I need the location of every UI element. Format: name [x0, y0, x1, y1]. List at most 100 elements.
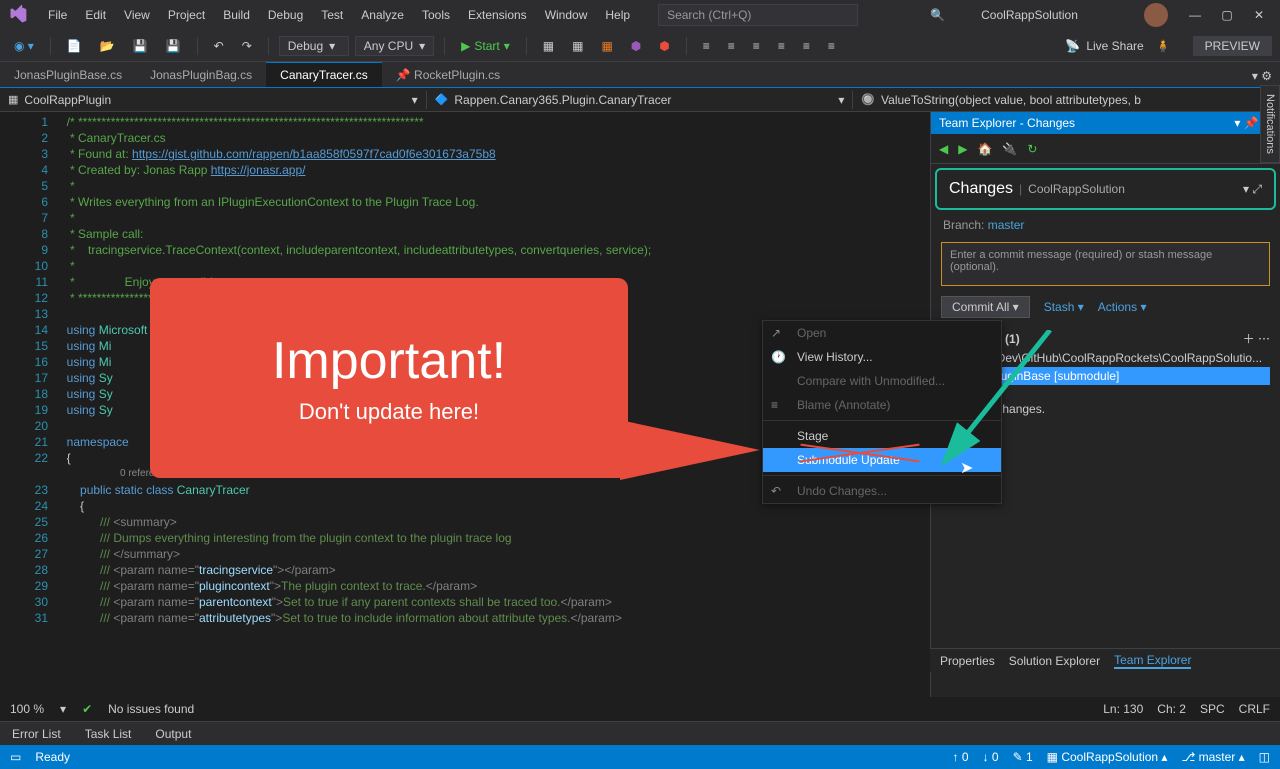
open-icon[interactable]: 📂	[94, 37, 121, 55]
commit-actions: Commit All ▾ Stash ▾ Actions ▾	[931, 292, 1280, 322]
issues-icon: ✔	[82, 702, 92, 716]
config-combo[interactable]: Debug▾	[279, 36, 349, 56]
menu-window[interactable]: Window	[537, 4, 596, 26]
nav-class[interactable]: 🔷 Rappen.Canary365.Plugin.CanaryTracer▾	[427, 91, 854, 109]
tab-task-list[interactable]: Task List	[73, 723, 144, 745]
tab-rocketplugin[interactable]: 📌 RocketPlugin.cs	[382, 62, 514, 87]
fwd-icon[interactable]: ▶	[958, 142, 967, 156]
branch-link[interactable]: master	[988, 218, 1025, 232]
bottom-tabs: Error List Task List Output	[0, 721, 1280, 745]
search-input[interactable]: Search (Ctrl+Q)	[658, 4, 858, 26]
liveshare-button[interactable]: 📡 Live Share	[1065, 39, 1143, 53]
tb-icon-11[interactable]: ≡	[822, 37, 841, 55]
spc-label: SPC	[1200, 702, 1225, 716]
tab-team-explorer[interactable]: Team Explorer	[1114, 653, 1191, 669]
menu-edit[interactable]: Edit	[77, 4, 114, 26]
nav-project[interactable]: ▦ CoolRappPlugin▾	[0, 91, 427, 109]
vs-logo-icon	[4, 1, 32, 29]
ch-label: Ch: 2	[1157, 702, 1186, 716]
green-arrow-icon	[940, 330, 1060, 470]
actions-button[interactable]: Actions ▾	[1098, 300, 1147, 314]
home-icon[interactable]: 🏠	[977, 142, 992, 156]
statusbar: ▭ Ready ↑ 0 ↓ 0 ✎ 1 ▦ CoolRappSolution ▴…	[0, 745, 1280, 769]
menu-analyze[interactable]: Analyze	[353, 4, 412, 26]
changes-heading: Changes|CoolRappSolution ▾ ⤢	[935, 168, 1276, 210]
tab-solution-explorer[interactable]: Solution Explorer	[1009, 654, 1100, 668]
notifications-tab[interactable]: Notifications	[1260, 85, 1280, 163]
platform-combo[interactable]: Any CPU▾	[355, 36, 434, 56]
tab-jonaspluginbase[interactable]: JonasPluginBase.cs	[0, 62, 136, 87]
commit-all-button[interactable]: Commit All ▾	[941, 296, 1030, 318]
stash-button[interactable]: Stash ▾	[1044, 300, 1084, 314]
menu-test[interactable]: Test	[313, 4, 351, 26]
preview-button[interactable]: PREVIEW	[1193, 36, 1272, 56]
tb-icon-2[interactable]: ▦	[566, 37, 589, 55]
side-panel-tabs: Properties Solution Explorer Team Explor…	[930, 648, 1280, 672]
close-icon[interactable]: ✕	[1252, 8, 1266, 22]
line-gutter: 1234567891011121314151617181920212223242…	[0, 112, 60, 697]
menu-debug[interactable]: Debug	[260, 4, 311, 26]
tb-icon-1[interactable]: ▦	[537, 37, 560, 55]
save-icon[interactable]: 💾	[127, 37, 154, 55]
minimize-icon[interactable]: —	[1188, 8, 1202, 22]
tb-icon-5[interactable]: ⬢	[653, 37, 675, 55]
menu-project[interactable]: Project	[160, 4, 213, 26]
menubar: File Edit View Project Build Debug Test …	[40, 4, 638, 26]
toolbar: ◉ ▾ 📄 📂 💾 💾 ↶ ↷ Debug▾ Any CPU▾ ▶ Start …	[0, 30, 1280, 62]
tb-icon-4[interactable]: ⬢	[625, 37, 647, 55]
feedback-icon[interactable]: 🧍	[1150, 37, 1177, 55]
avatar[interactable]	[1144, 3, 1168, 27]
window-controls: — ▢ ✕	[1188, 8, 1266, 22]
tb-icon-7[interactable]: ≡	[722, 37, 741, 55]
commit-message-input[interactable]: Enter a commit message (required) or sta…	[941, 242, 1270, 286]
callout-overlay: Important! Don't update here!	[150, 278, 628, 478]
menu-help[interactable]: Help	[597, 4, 638, 26]
push-icon[interactable]: ↑ 0	[953, 750, 969, 764]
solution-name: CoolRappSolution	[981, 8, 1078, 22]
tab-properties[interactable]: Properties	[940, 654, 995, 668]
panel-title: Team Explorer - Changes ▾ 📌 ✕	[931, 112, 1280, 134]
maximize-icon[interactable]: ▢	[1220, 8, 1234, 22]
redo-icon[interactable]: ↷	[236, 37, 258, 55]
tb-icon-3[interactable]: ▦	[595, 37, 618, 55]
callout-arrow-icon	[620, 420, 760, 480]
titlebar: File Edit View Project Build Debug Test …	[0, 0, 1280, 30]
tb-icon-10[interactable]: ≡	[797, 37, 816, 55]
refresh-icon[interactable]: ↻	[1027, 142, 1037, 156]
menu-file[interactable]: File	[40, 4, 75, 26]
new-file-icon[interactable]: 📄	[61, 37, 88, 55]
branch-row: Branch: master	[931, 214, 1280, 236]
menu-extensions[interactable]: Extensions	[460, 4, 535, 26]
repo-name[interactable]: ▦ CoolRappSolution ▴	[1047, 750, 1168, 764]
pen-icon[interactable]: ✎ 1	[1013, 750, 1033, 764]
back-icon[interactable]: ◀	[939, 142, 948, 156]
branch-name[interactable]: ⎇ master ▴	[1181, 750, 1244, 764]
save-all-icon[interactable]: 💾	[160, 37, 187, 55]
ctx-undo-changes-: ↶Undo Changes...	[763, 479, 1001, 503]
search-icon[interactable]: 🔍	[924, 8, 951, 22]
connect-icon[interactable]: 🔌	[1002, 142, 1017, 156]
tb-icon-6[interactable]: ≡	[697, 37, 716, 55]
callout-title: Important!	[272, 331, 506, 391]
tb-icon-9[interactable]: ≡	[772, 37, 791, 55]
status-end-icon[interactable]: ◫	[1259, 750, 1270, 764]
nav-member[interactable]: 🔘 ValueToString(object value, bool attri…	[853, 91, 1280, 109]
tb-icon-8[interactable]: ≡	[747, 37, 766, 55]
chevron-down-icon[interactable]: ▾ ⤢	[1243, 182, 1262, 197]
tab-output[interactable]: Output	[143, 723, 203, 745]
pin-icon: 📌	[396, 68, 411, 82]
menu-view[interactable]: View	[116, 4, 158, 26]
status-icon: ▭	[10, 750, 21, 764]
nav-back-icon[interactable]: ◉ ▾	[8, 37, 40, 55]
zoom-level[interactable]: 100 %	[10, 702, 44, 716]
crlf-label: CRLF	[1239, 702, 1270, 716]
tab-error-list[interactable]: Error List	[0, 723, 73, 745]
tab-canarytracer[interactable]: CanaryTracer.cs	[266, 62, 382, 87]
undo-icon[interactable]: ↶	[208, 37, 230, 55]
tab-jonaspluginbag[interactable]: JonasPluginBag.cs	[136, 62, 266, 87]
pull-icon[interactable]: ↓ 0	[983, 750, 999, 764]
tab-overflow-icon[interactable]: ▾ ⚙	[1244, 65, 1280, 87]
menu-build[interactable]: Build	[215, 4, 258, 26]
menu-tools[interactable]: Tools	[414, 4, 458, 26]
start-button[interactable]: ▶ Start ▾	[455, 37, 516, 55]
